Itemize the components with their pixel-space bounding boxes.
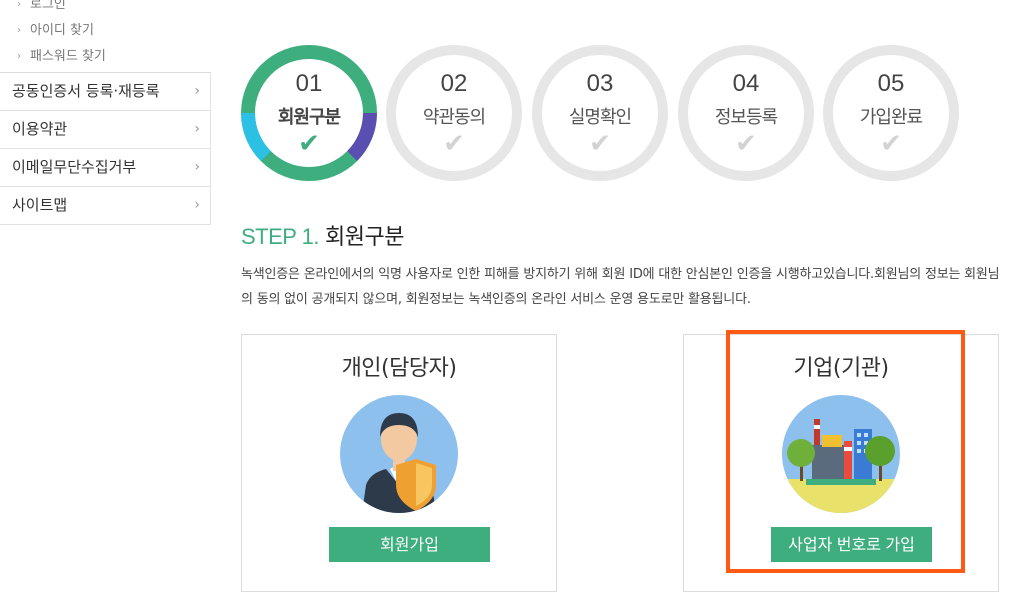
sidebar-item-email-refusal[interactable]: 이메일무단수집거부 › (0, 149, 211, 187)
step-4: 04 정보등록 ✔ (678, 45, 814, 181)
step-number: 01 (295, 70, 323, 97)
chevron-right-icon: › (194, 197, 200, 213)
step-number: 03 (586, 70, 614, 97)
sidebar-item-label: 이용약관 (12, 120, 68, 138)
card-individual: 개인(담당자) 회원가입 (241, 334, 557, 592)
sidebar-item-label: 이메일무단수집거부 (12, 158, 137, 176)
sidebar: › 로그인 › 아이디 찾기 › 패스워드 찾기 공동인증서 등록·재등록 › 이용약관… (0, 0, 211, 225)
check-icon: ✔ (880, 129, 902, 159)
step-label: 약관동의 (422, 107, 486, 128)
sidebar-item-label: 사이트맵 (12, 196, 68, 214)
step-2: 02 약관동의 ✔ (386, 45, 522, 181)
step-prefix: STEP 1. (241, 224, 320, 249)
sub-item-find-id[interactable]: › 아이디 찾기 (0, 18, 211, 44)
step-number: 04 (732, 70, 760, 97)
bullet-icon: › (17, 25, 21, 36)
person-shield-icon (340, 395, 458, 513)
sub-menu: › 로그인 › 아이디 찾기 › 패스워드 찾기 (0, 0, 211, 70)
join-business-number-button[interactable]: 사업자 번호로 가입 (771, 527, 932, 562)
chevron-right-icon: › (194, 83, 200, 99)
join-member-button[interactable]: 회원가입 (329, 527, 490, 562)
step-number: 05 (877, 70, 905, 97)
step-label: 실명확인 (568, 107, 632, 128)
sub-item-label: 로그인 (30, 0, 66, 12)
chevron-right-icon: › (194, 159, 200, 175)
sidebar-item-sitemap[interactable]: 사이트맵 › (0, 187, 211, 225)
step-label: 가입완료 (859, 107, 923, 128)
sidebar-menu: 공동인증서 등록·재등록 › 이용약관 › 이메일무단수집거부 › 사이트맵 › (0, 72, 211, 225)
sub-item-label: 패스워드 찾기 (30, 49, 106, 64)
step-title-text: 회원구분 (325, 225, 404, 250)
page-title: STEP 1. 회원구분 (241, 219, 404, 251)
bullet-icon: › (17, 0, 21, 10)
description: 녹색인증은 온라인에서의 익명 사용자로 인한 피해를 방지하기 위해 회원 I… (241, 267, 1000, 307)
card-title: 기업(기관) (793, 356, 889, 381)
sidebar-item-certificate[interactable]: 공동인증서 등록·재등록 › (0, 73, 211, 111)
sidebar-item-terms[interactable]: 이용약관 › (0, 111, 211, 149)
step-label: 정보등록 (714, 107, 778, 128)
sub-item-find-password[interactable]: › 패스워드 찾기 (0, 44, 211, 70)
step-5: 05 가입완료 ✔ (823, 45, 959, 181)
card-company: 기업(기관) 사업자 번호로 가입 (683, 334, 999, 592)
check-icon: ✔ (443, 129, 465, 159)
step-label: 회원구분 (277, 107, 341, 128)
sub-item-login[interactable]: › 로그인 (0, 0, 211, 18)
check-icon: ✔ (589, 129, 611, 159)
check-icon: ✔ (298, 129, 320, 159)
step-1: 01 회원구분 ✔ (241, 45, 377, 181)
step-number: 02 (440, 70, 468, 97)
card-title: 개인(담당자) (341, 356, 457, 381)
factory-building-icon (782, 395, 900, 513)
step-3: 03 실명확인 ✔ (532, 45, 668, 181)
chevron-right-icon: › (194, 121, 200, 137)
bullet-icon: › (17, 51, 21, 62)
sidebar-item-label: 공동인증서 등록·재등록 (12, 82, 160, 100)
check-icon: ✔ (735, 129, 757, 159)
sub-item-label: 아이디 찾기 (30, 23, 94, 38)
